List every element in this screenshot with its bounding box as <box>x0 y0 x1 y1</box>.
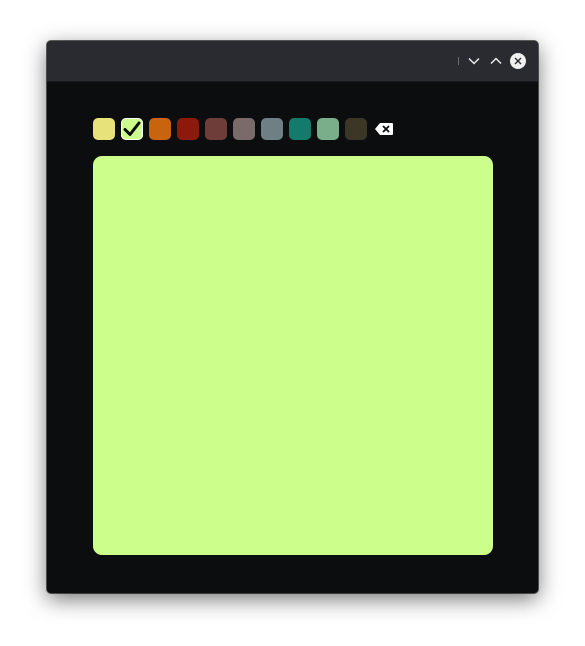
chevron-down-icon <box>468 57 480 65</box>
minimize-button[interactable] <box>464 51 484 71</box>
color-swatch-brown[interactable] <box>205 118 227 140</box>
color-swatch-lime[interactable] <box>121 118 143 140</box>
color-swatch-slate[interactable] <box>261 118 283 140</box>
color-swatch-teal[interactable] <box>289 118 311 140</box>
color-swatch-orange[interactable] <box>149 118 171 140</box>
maximize-button[interactable] <box>486 51 506 71</box>
title-bar[interactable] <box>47 41 538 82</box>
clear-color-button[interactable] <box>375 121 393 137</box>
color-swatch-red[interactable] <box>177 118 199 140</box>
color-swatch-yellow[interactable] <box>93 118 115 140</box>
chevron-up-icon <box>490 57 502 65</box>
close-button[interactable] <box>508 51 528 71</box>
note-content-area[interactable] <box>93 156 493 555</box>
color-swatch-sage[interactable] <box>317 118 339 140</box>
backspace-icon <box>375 123 393 135</box>
color-swatch-olive-dark[interactable] <box>345 118 367 140</box>
color-swatch-taupe[interactable] <box>233 118 255 140</box>
checkmark-icon <box>123 121 141 136</box>
close-icon <box>510 53 526 69</box>
titlebar-separator <box>458 57 459 65</box>
note-window <box>47 41 538 593</box>
